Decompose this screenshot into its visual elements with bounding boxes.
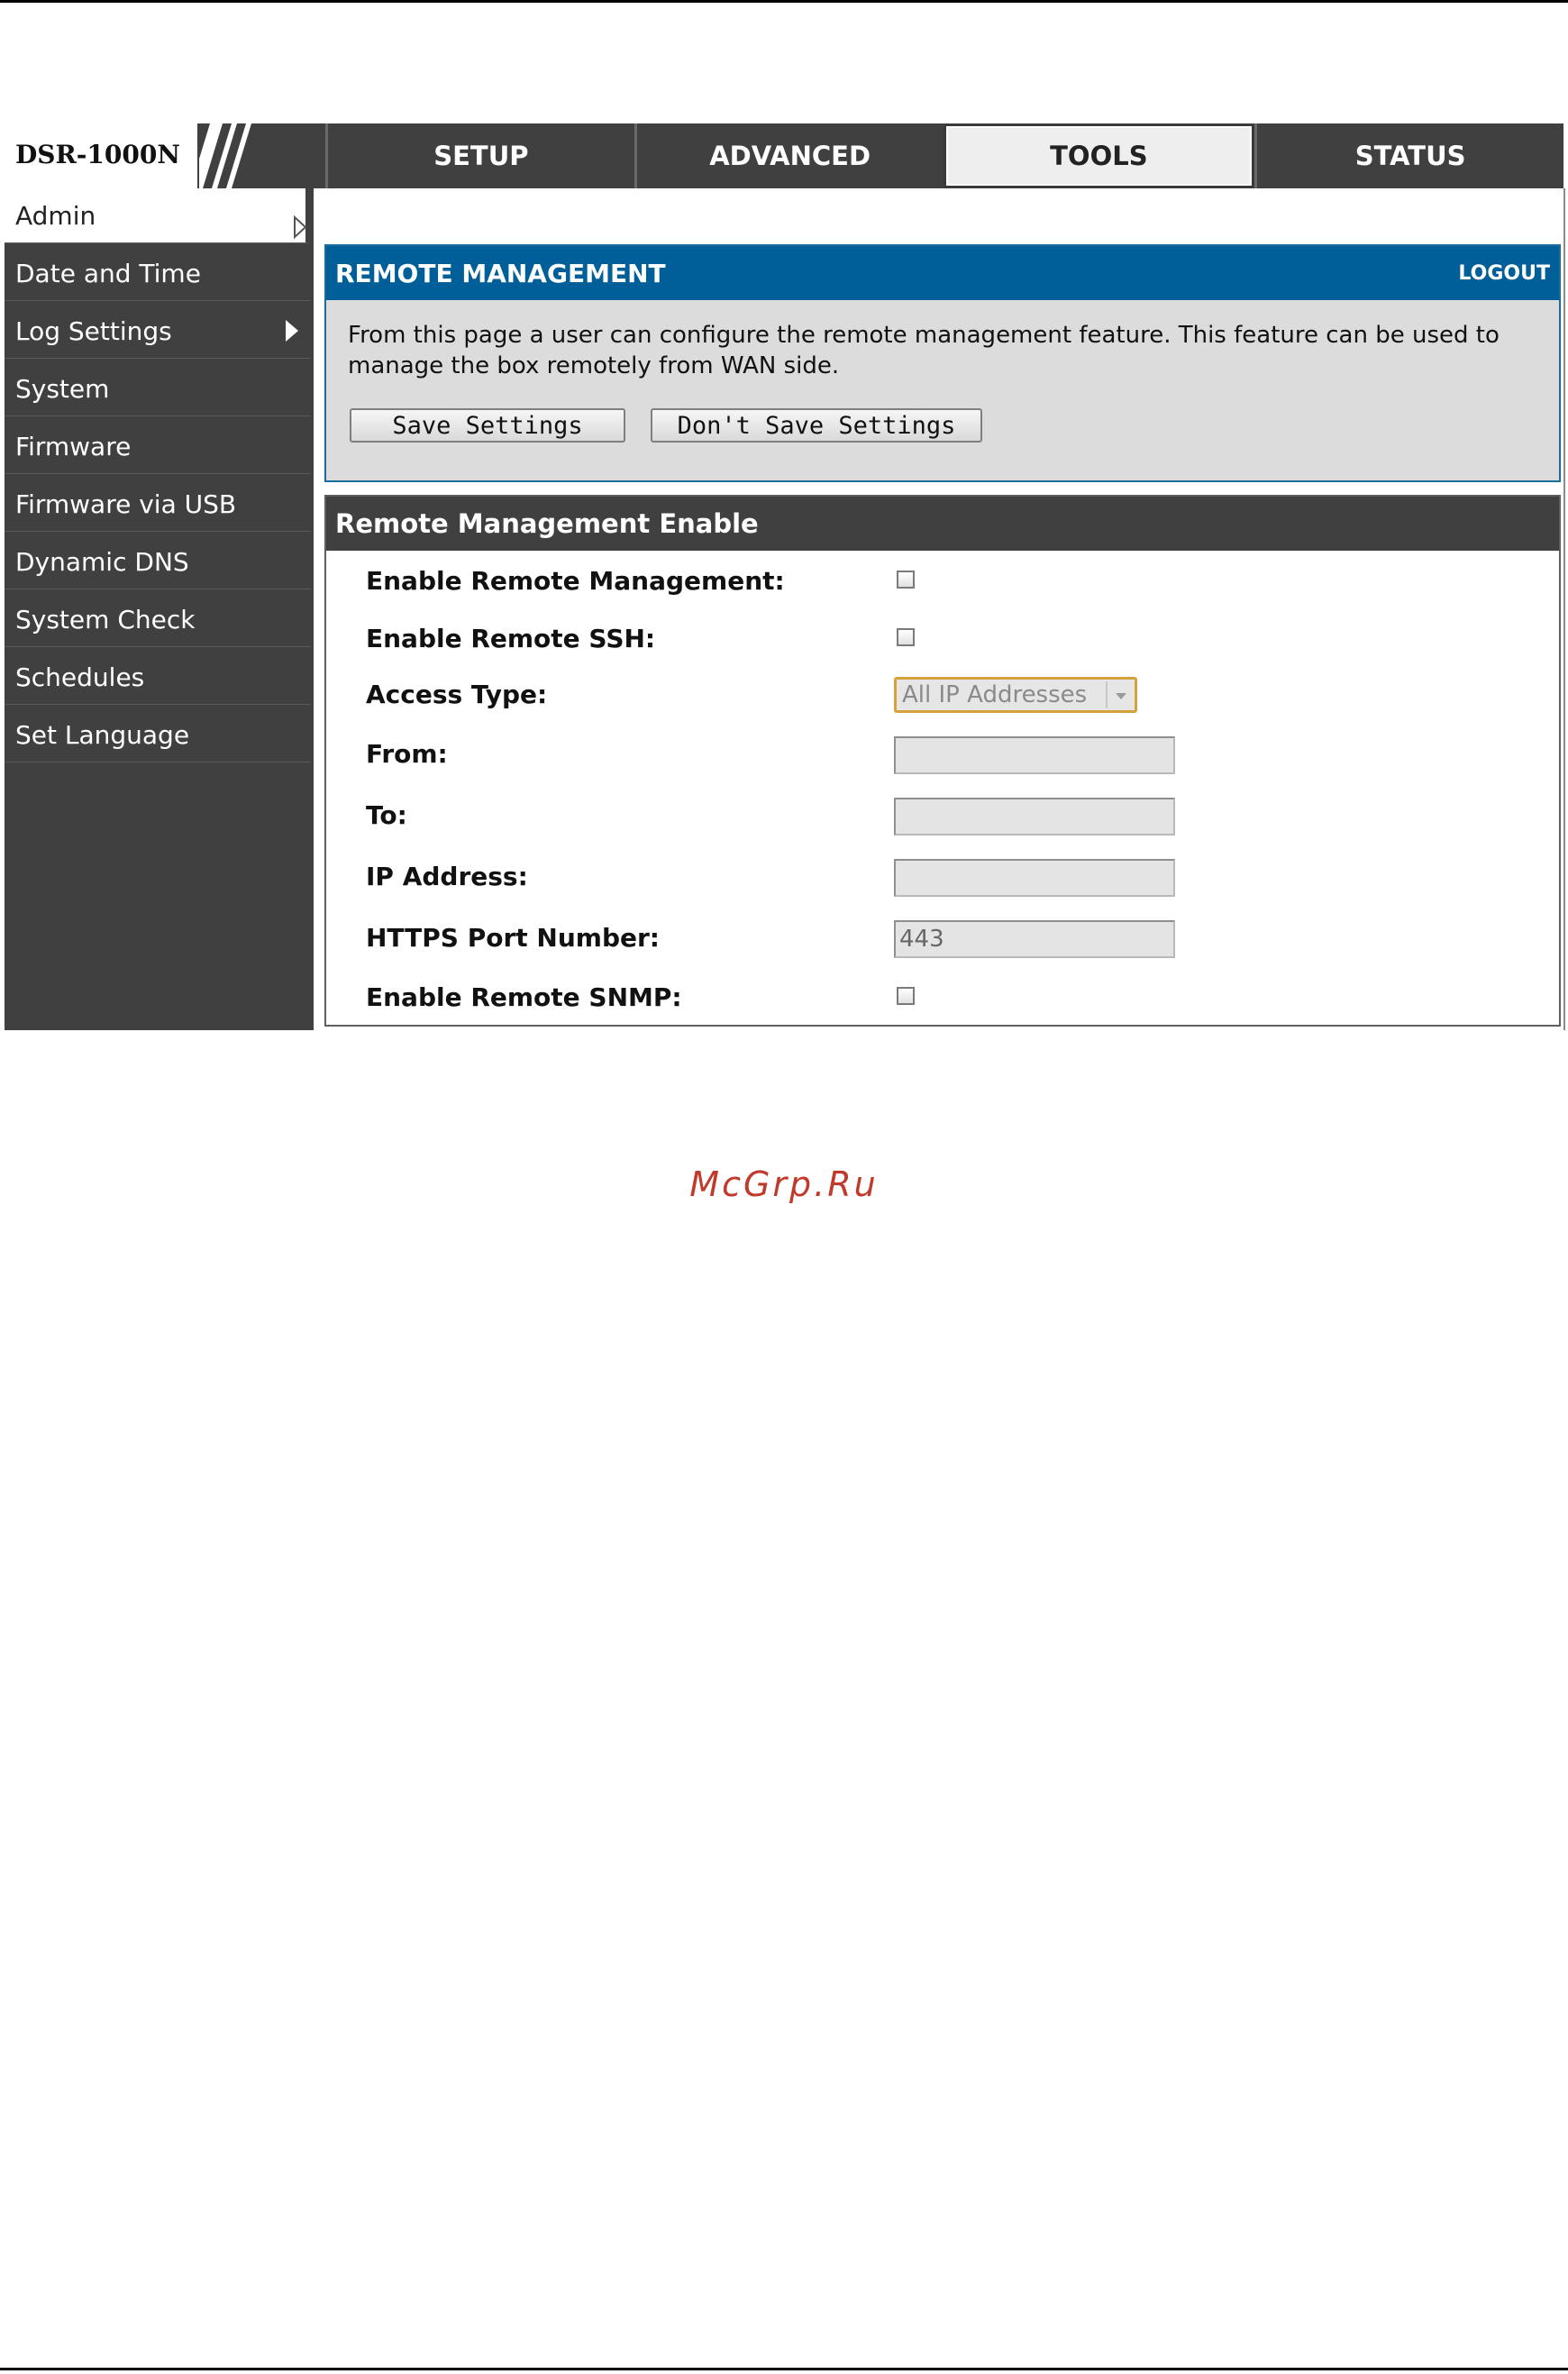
chevron-right-icon <box>286 320 298 342</box>
brand-logo: DSR-1000N <box>5 123 199 188</box>
sidebar-item-firmware-via-usb[interactable]: Firmware via USB <box>5 477 311 532</box>
action-buttons: Save Settings Don't Save Settings <box>350 408 982 443</box>
brand-name: DSR-1000N <box>15 140 180 169</box>
dont-save-settings-button[interactable]: Don't Save Settings <box>651 408 982 443</box>
access-type-select[interactable]: All IP Addresses <box>894 677 1137 713</box>
field-label: HTTPS Port Number: <box>366 923 660 953</box>
field-label: Enable Remote Management: <box>366 566 785 596</box>
sidebar-item-label: Dynamic DNS <box>15 546 189 577</box>
access-type-value: All IP Addresses <box>902 681 1088 708</box>
sidebar-item-label: Date and Time <box>15 258 201 288</box>
row-ip-address: IP Address: <box>326 859 1559 897</box>
sidebar-item-firmware[interactable]: Firmware <box>5 419 311 474</box>
tab-status[interactable]: STATUS <box>1254 123 1563 188</box>
row-https-port: HTTPS Port Number: 443 <box>326 920 1559 958</box>
sidebar-item-admin[interactable]: Admin <box>5 188 311 243</box>
top-rule <box>0 0 1568 3</box>
slashes-icon <box>199 123 251 188</box>
main-right-border <box>1563 188 1565 1030</box>
row-enable-remote-snmp: Enable Remote SNMP: <box>326 980 1559 1016</box>
remote-management-panel: REMOTE MANAGEMENT LOGOUT From this page … <box>324 244 1561 482</box>
field-label: IP Address: <box>366 862 528 891</box>
row-enable-remote-management: Enable Remote Management: <box>326 563 1559 599</box>
row-to: To: <box>326 798 1559 835</box>
enable-remote-ssh-checkbox[interactable] <box>897 628 915 646</box>
top-navigation: DSR-1000N SETUP ADVANCED TOOLS STATUS <box>5 123 1563 188</box>
enable-remote-snmp-checkbox[interactable] <box>897 987 915 1005</box>
logout-link[interactable]: LOGOUT <box>1458 262 1550 285</box>
page-title: REMOTE MANAGEMENT <box>335 258 666 288</box>
main-divider <box>311 188 314 1030</box>
to-input[interactable] <box>894 798 1175 835</box>
sidebar-item-label: Firmware <box>15 431 132 461</box>
field-label: To: <box>366 800 407 830</box>
row-access-type: Access Type: All IP Addresses <box>326 677 1559 713</box>
sidebar-item-system-check[interactable]: System Check <box>5 592 311 647</box>
sidebar-item-schedules[interactable]: Schedules <box>5 650 311 705</box>
row-enable-remote-ssh: Enable Remote SSH: <box>326 621 1559 657</box>
sidebar-item-label: Schedules <box>15 662 145 692</box>
sidebar-item-date-and-time[interactable]: Date and Time <box>5 246 311 301</box>
ip-address-input[interactable] <box>894 859 1175 897</box>
field-label: Enable Remote SSH: <box>366 624 656 653</box>
page-description: From this page a user can configure the … <box>348 322 1500 379</box>
sidebar-item-label: Set Language <box>15 719 190 750</box>
save-settings-button[interactable]: Save Settings <box>350 408 625 443</box>
sidebar-item-label: Firmware via USB <box>15 488 237 519</box>
remote-management-enable-panel: Remote Management Enable Enable Remote M… <box>324 495 1561 1027</box>
sidebar-item-label: Log Settings <box>15 315 172 346</box>
sidebar-item-set-language[interactable]: Set Language <box>5 708 311 762</box>
https-port-input[interactable]: 443 <box>894 920 1175 958</box>
sidebar: Admin Date and Time Log Settings System … <box>5 188 311 1030</box>
field-label: From: <box>366 739 448 769</box>
enable-remote-management-checkbox[interactable] <box>897 571 915 589</box>
tab-tools[interactable]: TOOLS <box>943 123 1255 188</box>
field-label: Enable Remote SNMP: <box>366 982 682 1012</box>
watermark-text: McGrp.Ru <box>689 1164 879 1204</box>
tab-setup[interactable]: SETUP <box>325 123 634 188</box>
sidebar-item-system[interactable]: System <box>5 361 311 416</box>
sidebar-item-label: System Check <box>15 604 196 635</box>
tab-advanced[interactable]: ADVANCED <box>634 123 944 188</box>
remote-management-header: REMOTE MANAGEMENT LOGOUT <box>326 246 1559 300</box>
row-from: From: <box>326 736 1559 774</box>
nav-tabs: SETUP ADVANCED TOOLS STATUS <box>325 123 1563 188</box>
sidebar-item-dynamic-dns[interactable]: Dynamic DNS <box>5 534 311 589</box>
chevron-down-icon <box>1106 681 1135 708</box>
sidebar-item-log-settings[interactable]: Log Settings <box>5 304 311 359</box>
bottom-rule <box>0 2368 1568 2370</box>
brand-slashes-graphic <box>199 123 325 188</box>
sidebar-item-label: Admin <box>15 200 96 231</box>
from-input[interactable] <box>894 736 1175 774</box>
sidebar-item-label: System <box>15 373 110 404</box>
section-title: Remote Management Enable <box>326 497 1559 551</box>
field-label: Access Type: <box>366 680 548 709</box>
